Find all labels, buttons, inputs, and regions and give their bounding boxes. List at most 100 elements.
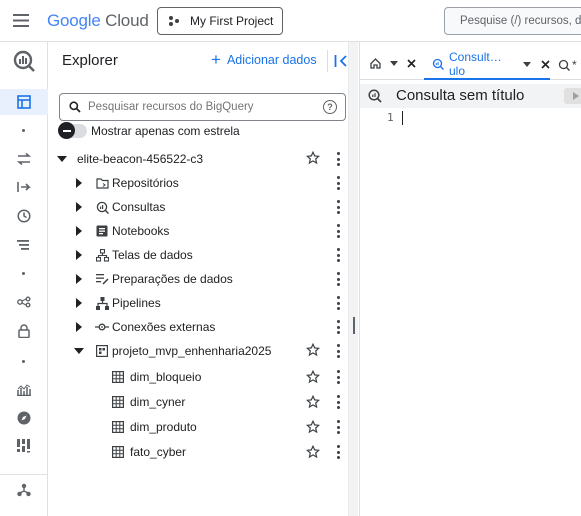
explorer-search-input[interactable]: [88, 101, 313, 113]
project-picker-button[interactable]: My First Project: [157, 7, 283, 35]
help-icon[interactable]: ?: [323, 100, 337, 114]
main-menu-icon[interactable]: [13, 14, 29, 27]
add-data-label: Adicionar dados: [226, 53, 317, 67]
security-icon[interactable]: [14, 321, 34, 341]
tree-row-table[interactable]: fato_cyber: [49, 439, 355, 465]
pipelines-icon[interactable]: [14, 480, 34, 500]
home-tab[interactable]: [370, 58, 416, 69]
home-icon: [370, 58, 381, 69]
tree-row-repositorios[interactable]: Repositórios: [49, 171, 355, 195]
chevron-down-icon[interactable]: [523, 61, 531, 67]
jobs-icon[interactable]: [14, 235, 34, 255]
query-title[interactable]: Consulta sem título: [396, 87, 524, 104]
search-icon: [69, 101, 81, 113]
star-icon[interactable]: [306, 343, 320, 357]
chevron-down-icon[interactable]: [390, 61, 398, 66]
more-options-icon[interactable]: [336, 152, 340, 166]
history-icon[interactable]: [14, 206, 34, 226]
scheduled-queries-icon[interactable]: [14, 177, 34, 197]
starred-only-toggle-row: Mostrar apenas com estrela: [58, 122, 240, 139]
project-picker-icon: [168, 15, 180, 27]
caret-right-icon[interactable]: [76, 178, 82, 188]
tree-row-dataset[interactable]: projeto_mvp_enhenharia2025: [49, 339, 355, 363]
repository-icon: [95, 176, 109, 190]
panel-resize-handle[interactable]: [353, 317, 355, 334]
caret-right-icon[interactable]: [76, 322, 82, 332]
editor-tab-bar: Consult…ulo *: [360, 50, 581, 80]
tree-row-conexoes[interactable]: Conexões externas: [49, 315, 355, 339]
brand-cloud: Cloud: [105, 11, 149, 30]
header-separator: [327, 50, 328, 72]
code-editor-area[interactable]: [400, 108, 581, 516]
bigquery-logo-icon[interactable]: [13, 50, 35, 72]
table-name: dim_bloqueio: [130, 370, 202, 384]
tree-item-label: Consultas: [112, 200, 166, 214]
more-options-icon[interactable]: [336, 370, 340, 384]
more-options-icon[interactable]: [336, 200, 340, 214]
tree-row-project[interactable]: elite-beacon-456522-c3: [49, 147, 355, 171]
star-icon[interactable]: [306, 420, 320, 434]
star-icon[interactable]: [306, 151, 320, 165]
tree-item-label: Preparações de dados: [112, 272, 233, 286]
more-options-icon[interactable]: [336, 395, 340, 409]
caret-right-icon[interactable]: [76, 250, 82, 260]
rail-bottom-divider: [0, 474, 48, 475]
more-options-icon[interactable]: [336, 420, 340, 434]
dataset-name: projeto_mvp_enhenharia2025: [112, 344, 272, 358]
explorer-icon[interactable]: [14, 92, 34, 112]
star-icon[interactable]: [306, 395, 320, 409]
transfers-icon[interactable]: [14, 149, 34, 169]
explorer-search-box[interactable]: ?: [59, 93, 346, 121]
tree-item-label: Pipelines: [112, 296, 161, 310]
global-search-input[interactable]: Pesquise (/) recursos, do: [444, 7, 581, 35]
query-header: Consulta sem título: [360, 84, 581, 108]
tab-next[interactable]: *: [558, 58, 577, 72]
add-data-button[interactable]: + Adicionar dados: [211, 51, 317, 68]
tree-row-notebooks[interactable]: Notebooks: [49, 219, 355, 243]
more-options-icon[interactable]: [336, 272, 340, 286]
caret-down-icon[interactable]: [74, 348, 84, 354]
star-icon[interactable]: [306, 370, 320, 384]
data-apps-icon[interactable]: [14, 436, 34, 456]
tree-row-table[interactable]: dim_bloqueio: [49, 364, 355, 390]
more-options-icon[interactable]: [336, 224, 340, 238]
global-search-placeholder: Pesquise (/) recursos, do: [460, 15, 581, 27]
explorer-scrollbar[interactable]: [348, 42, 358, 516]
monitoring-icon[interactable]: [14, 380, 34, 400]
tab-label: Consult…ulo: [449, 50, 502, 78]
starred-only-toggle[interactable]: [58, 122, 87, 139]
tree-row-table[interactable]: dim_produto: [49, 414, 355, 440]
more-options-icon[interactable]: [336, 176, 340, 190]
run-button[interactable]: [564, 88, 581, 104]
table-icon: [111, 445, 125, 459]
table-icon: [111, 420, 125, 434]
google-cloud-logo[interactable]: Google Cloud: [47, 11, 149, 31]
caret-down-icon[interactable]: [57, 156, 67, 162]
close-icon[interactable]: [541, 59, 550, 69]
connections-icon[interactable]: [14, 292, 34, 312]
brand-google: Google: [47, 11, 101, 30]
tree-row-table[interactable]: dim_cyner: [49, 389, 355, 415]
tree-row-preparacoes[interactable]: Preparações de dados: [49, 267, 355, 291]
data-canvas-icon: [95, 248, 109, 262]
caret-right-icon[interactable]: [76, 226, 82, 236]
tree-row-telas-de-dados[interactable]: Telas de dados: [49, 243, 355, 267]
caret-right-icon[interactable]: [76, 202, 82, 212]
caret-right-icon[interactable]: [76, 298, 82, 308]
tree-item-label: Conexões externas: [112, 320, 216, 334]
tab-label: *: [572, 58, 577, 72]
more-options-icon[interactable]: [336, 445, 340, 459]
discover-icon[interactable]: [14, 408, 34, 428]
close-icon[interactable]: [407, 59, 416, 68]
more-options-icon[interactable]: [336, 344, 340, 358]
data-preparation-icon: [95, 272, 109, 286]
star-icon[interactable]: [306, 445, 320, 459]
tree-row-consultas[interactable]: Consultas: [49, 195, 355, 219]
caret-right-icon[interactable]: [76, 274, 82, 284]
more-options-icon[interactable]: [336, 248, 340, 262]
explorer-panel: Explorer + Adicionar dados ? Mostrar ape…: [49, 42, 355, 516]
tab-untitled-query[interactable]: Consult…ulo: [424, 50, 550, 80]
more-options-icon[interactable]: [336, 296, 340, 310]
more-options-icon[interactable]: [336, 320, 340, 334]
tree-row-pipelines[interactable]: Pipelines: [49, 291, 355, 315]
